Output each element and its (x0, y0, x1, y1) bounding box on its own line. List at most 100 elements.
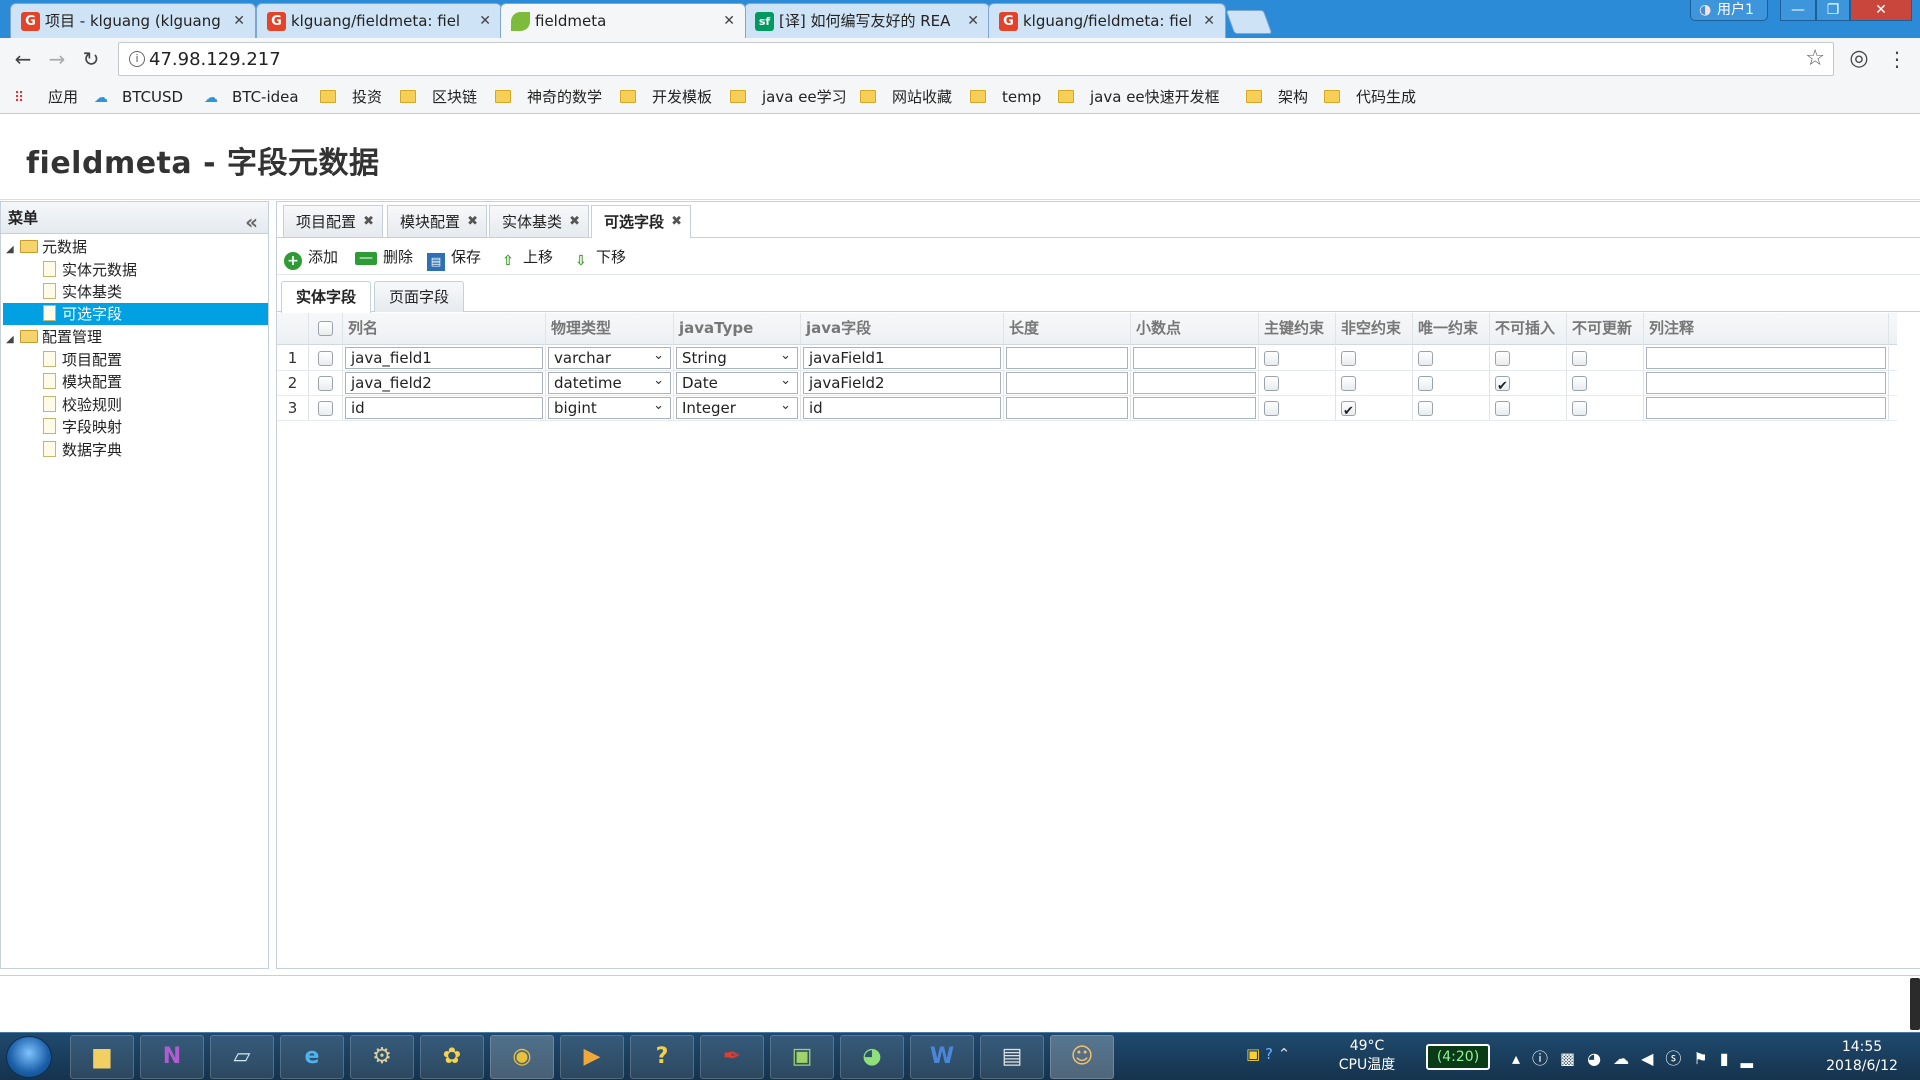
browser-tab[interactable]: G 项目 - klguang (klguang ✕ (10, 3, 256, 38)
chevron-down-icon[interactable]: ⌄ (780, 398, 791, 414)
bookmark-folder[interactable]: 区块链 (400, 87, 477, 107)
primary-key-checkbox[interactable] (1264, 376, 1279, 391)
not-null-checkbox[interactable] (1341, 376, 1356, 391)
decimal-input[interactable] (1133, 347, 1256, 369)
extension-icon[interactable]: ◎ (1846, 47, 1872, 73)
chevron-down-icon[interactable]: ⌄ (780, 373, 791, 389)
decimal-input[interactable] (1133, 372, 1256, 394)
row-select-checkbox[interactable] (318, 401, 333, 416)
start-button[interactable] (6, 1036, 52, 1078)
close-icon[interactable]: ✕ (967, 4, 979, 38)
table-row[interactable]: 1 java_field1 varchar ⌄ String ⌄ javaField1 (277, 346, 1897, 371)
physical-type-select[interactable]: bigint ⌄ (548, 397, 671, 419)
tab-entity-base[interactable]: 实体基类 ✖ (489, 205, 589, 237)
chevron-down-icon[interactable]: ⌄ (653, 398, 664, 414)
column-header[interactable]: java字段 (801, 313, 1004, 344)
close-icon[interactable]: ✕ (233, 4, 245, 38)
chevron-down-icon[interactable]: ⌄ (653, 373, 664, 389)
bookmark-folder[interactable]: 开发模板 (620, 87, 712, 107)
close-icon[interactable]: ✕ (1203, 4, 1215, 38)
sidebar-item-validation-rules[interactable]: 校验规则 (43, 394, 122, 416)
column-header[interactable]: 列注释 (1644, 313, 1889, 344)
decimal-input[interactable] (1133, 397, 1256, 419)
bookmark-folder[interactable]: 代码生成 (1324, 87, 1416, 107)
close-icon[interactable]: ✖ (671, 206, 682, 238)
new-tab-button[interactable] (1225, 10, 1273, 34)
move-up-button[interactable]: ⇧ 上移 (499, 247, 553, 270)
acrobat-icon[interactable]: ✒ (700, 1035, 764, 1079)
java-field-input[interactable]: javaField1 (803, 347, 1001, 369)
table-row[interactable]: 3 id bigint ⌄ Integer ⌄ id (277, 396, 1897, 421)
no-update-checkbox[interactable] (1572, 401, 1587, 416)
system-clock[interactable]: 14:55 2018/6/12 (1814, 1038, 1910, 1076)
internet-explorer-icon[interactable]: e (280, 1035, 344, 1079)
column-header[interactable]: 唯一约束 (1413, 313, 1490, 344)
notes-icon[interactable]: ▱ (210, 1035, 274, 1079)
primary-key-checkbox[interactable] (1264, 401, 1279, 416)
close-icon[interactable]: ✕ (479, 4, 491, 38)
bookmark-folder[interactable]: 架构 (1246, 87, 1308, 107)
physical-type-select[interactable]: datetime ⌄ (548, 372, 671, 394)
column-name-input[interactable]: java_field2 (345, 372, 543, 394)
sidebar-item-entity-metadata[interactable]: 实体元数据 (43, 259, 137, 281)
bookmark-folder[interactable]: java ee学习 (730, 87, 847, 107)
bookmark-folder[interactable]: java ee快速开发框 (1058, 87, 1228, 107)
image-viewer-icon[interactable]: ▣ (770, 1035, 834, 1079)
java-field-input[interactable]: id (803, 397, 1001, 419)
save-button[interactable]: ▤ 保存 (427, 247, 481, 271)
primary-key-checkbox[interactable] (1264, 351, 1279, 366)
reload-icon[interactable]: ↻ (78, 47, 104, 73)
bookmark-item[interactable]: ☁ BTC-idea (204, 87, 299, 107)
delete-button[interactable]: — 删除 (355, 247, 413, 267)
file-explorer-icon[interactable]: ▆ (70, 1035, 134, 1079)
menu-dots-icon[interactable]: ⋮ (1884, 47, 1910, 73)
row-select-checkbox[interactable] (318, 376, 333, 391)
tray-icons[interactable]: ▴ⓘ▩◕☁◀ⓢ⚑▮▂ (1512, 1045, 1765, 1069)
unique-checkbox[interactable] (1418, 401, 1433, 416)
close-icon[interactable]: ✕ (723, 4, 735, 38)
not-null-checkbox[interactable] (1341, 399, 1356, 420)
chevron-down-icon[interactable]: ⌄ (780, 348, 791, 364)
maximize-button[interactable]: ❐ (1816, 0, 1850, 21)
comment-input[interactable] (1646, 372, 1886, 394)
doge-app-icon[interactable]: ☺ (1050, 1035, 1114, 1079)
close-icon[interactable]: ✖ (467, 206, 478, 238)
tab-page-fields[interactable]: 页面字段 (374, 281, 464, 312)
app-icon[interactable]: ✿ (420, 1035, 484, 1079)
bookmark-folder[interactable]: 神奇的数学 (495, 87, 602, 107)
chevron-down-icon[interactable]: ⌄ (653, 348, 664, 364)
no-update-checkbox[interactable] (1572, 376, 1587, 391)
no-insert-checkbox[interactable] (1495, 374, 1510, 395)
tab-optional-fields[interactable]: 可选字段 ✖ (591, 205, 691, 238)
bookmark-apps[interactable]: ⠿ 应用 (14, 87, 78, 108)
onenote-icon[interactable]: N (140, 1035, 204, 1079)
column-name-input[interactable]: java_field1 (345, 347, 543, 369)
column-header[interactable]: 非空约束 (1336, 313, 1413, 344)
minimize-button[interactable]: — (1780, 0, 1816, 21)
wechat-icon[interactable]: ◕ (840, 1035, 904, 1079)
column-header[interactable]: 不可更新 (1567, 313, 1644, 344)
bookmark-item[interactable]: ☁ BTCUSD (94, 87, 183, 107)
chrome-icon[interactable]: ◉ (490, 1035, 554, 1079)
browser-tab[interactable]: sf [译] 如何编写友好的 REA ✕ (744, 3, 990, 38)
tab-project-config[interactable]: 项目配置 ✖ (283, 205, 383, 237)
expand-arrow-icon[interactable]: ◢ (6, 329, 18, 351)
select-all-checkbox[interactable] (318, 321, 333, 336)
sidebar-item-entity-base[interactable]: 实体基类 (43, 281, 122, 303)
sidebar-item-field-mapping[interactable]: 字段映射 (43, 416, 122, 438)
window-close-button[interactable]: ✕ (1850, 0, 1912, 21)
no-insert-checkbox[interactable] (1495, 401, 1510, 416)
comment-input[interactable] (1646, 397, 1886, 419)
comment-input[interactable] (1646, 347, 1886, 369)
close-icon[interactable]: ✖ (363, 206, 374, 238)
sublime-icon[interactable]: ▶ (560, 1035, 624, 1079)
forward-arrow-icon[interactable]: → (44, 47, 70, 73)
column-header[interactable]: 不可插入 (1490, 313, 1567, 344)
tab-module-config[interactable]: 模块配置 ✖ (387, 205, 487, 237)
java-ee-icon[interactable]: ⚙ (350, 1035, 414, 1079)
collapse-icon[interactable]: « (245, 206, 258, 238)
column-header[interactable]: 长度 (1004, 313, 1131, 344)
add-button[interactable]: + 添加 (284, 247, 338, 270)
length-input[interactable] (1006, 347, 1128, 369)
length-input[interactable] (1006, 397, 1128, 419)
